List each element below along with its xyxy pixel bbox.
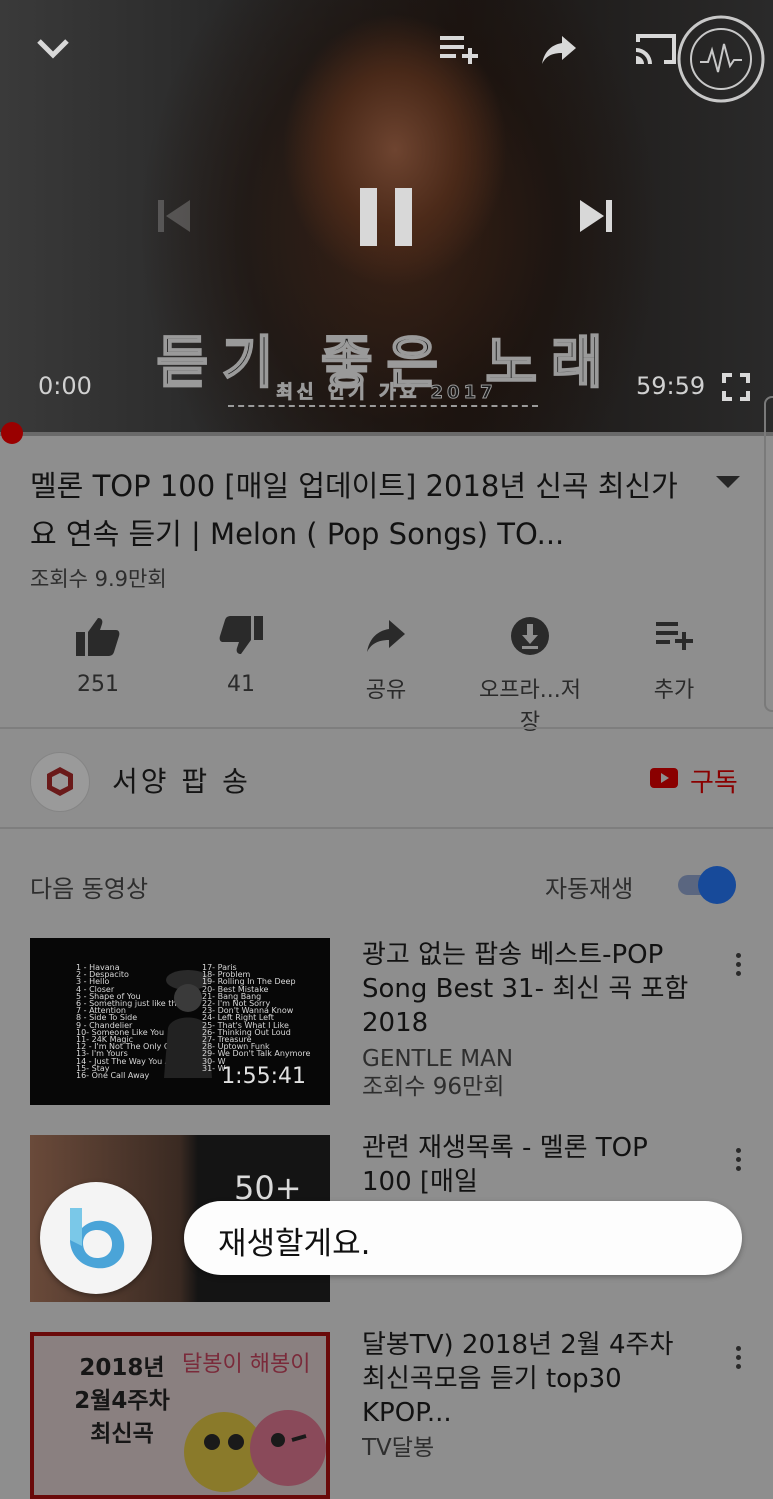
- share-label: 공유: [365, 678, 407, 703]
- view-count: 조회수 9.9만회: [30, 567, 167, 591]
- edge-panel-handle[interactable]: [764, 396, 773, 712]
- add-to-playlist-button[interactable]: 추가: [614, 616, 734, 704]
- progress-bar[interactable]: [0, 432, 773, 436]
- total-time: 59:59: [636, 372, 706, 400]
- divider: [0, 827, 773, 829]
- progress-scrubber[interactable]: [1, 422, 23, 444]
- channel-watermark-logo: [677, 15, 765, 103]
- like-button[interactable]: 251: [38, 616, 158, 697]
- thumbnail-tag: 달봉이 해봉이: [182, 1352, 311, 1377]
- next-icon[interactable]: [578, 198, 614, 234]
- share-icon[interactable]: [540, 34, 578, 66]
- video-thumbnail[interactable]: 2018년 2월4주차 최신곡 달봉이 해봉이: [30, 1332, 330, 1499]
- thumbnail-characters: [184, 1410, 326, 1492]
- autoplay-label: 자동재생: [545, 875, 634, 903]
- thumbnail-tracklist: 17- Paris 18- Problem 19- Rolling In The…: [202, 963, 311, 1073]
- save-offline-button[interactable]: 오프라...저장: [470, 616, 590, 736]
- expand-description-icon[interactable]: [716, 476, 740, 488]
- channel-name[interactable]: 서양 팝 송: [112, 760, 251, 800]
- dislike-button[interactable]: 41: [181, 616, 301, 697]
- overlay-divider: [228, 405, 538, 407]
- thumbnail-caption: 2018년 2월4주차 최신곡: [74, 1355, 170, 1447]
- channel-avatar[interactable]: [30, 752, 90, 812]
- video-views: 조회수 96만회: [362, 1074, 505, 1100]
- thumbs-down-icon: [219, 616, 263, 654]
- video-thumbnail[interactable]: 1 - Havana 2 - Despacito 3 - Hello 4 - C…: [30, 938, 330, 1105]
- current-time: 0:00: [38, 372, 92, 400]
- cast-icon[interactable]: [634, 30, 678, 66]
- share-button[interactable]: 공유: [326, 616, 446, 704]
- add-label: 추가: [653, 678, 695, 703]
- video-title[interactable]: 달봉TV) 2018년 2월 4주차 최신곡모음 듣기 top30 KPOP..…: [362, 1328, 702, 1430]
- channel-logo-icon: [47, 767, 73, 796]
- chevron-down-icon[interactable]: [36, 36, 70, 62]
- more-options-icon[interactable]: [736, 953, 742, 980]
- video-player[interactable]: 듣기 좋은 노래 최신 인기 가요 2017 0:00 59:59: [0, 0, 773, 432]
- download-icon: [511, 617, 549, 655]
- dislike-count: 41: [227, 672, 255, 697]
- up-next-label: 다음 동영상: [30, 875, 149, 903]
- video-title[interactable]: 관련 재생목록 - 멜론 TOP 100 [매일: [362, 1131, 702, 1199]
- bixby-message: 재생할게요.: [218, 1226, 371, 1262]
- divider: [0, 727, 773, 729]
- thumbs-up-icon: [76, 618, 120, 656]
- bixby-logo-icon: [70, 1208, 125, 1269]
- youtube-play-icon[interactable]: [650, 768, 678, 788]
- fullscreen-icon[interactable]: [722, 373, 750, 401]
- subscribe-button[interactable]: 구독: [690, 762, 738, 799]
- previous-icon[interactable]: [156, 198, 192, 234]
- video-duration: 1:55:41: [221, 1064, 306, 1089]
- like-count: 251: [77, 672, 119, 697]
- video-channel: TV달봉: [362, 1435, 435, 1461]
- more-options-icon[interactable]: [736, 1346, 742, 1373]
- pause-icon[interactable]: [358, 186, 414, 248]
- video-channel: GENTLE MAN: [362, 1046, 514, 1072]
- more-options-icon[interactable]: [736, 1148, 742, 1175]
- video-title[interactable]: 멜론 TOP 100 [매일 업데이트] 2018년 신곡 최신가요 연속 듣기…: [30, 462, 680, 558]
- video-title[interactable]: 광고 없는 팝송 베스트-POP Song Best 31- 최신 곡 포함 2…: [362, 938, 702, 1040]
- share-icon: [367, 620, 405, 652]
- add-to-queue-icon[interactable]: [440, 34, 480, 66]
- add-to-playlist-icon: [656, 622, 693, 650]
- autoplay-toggle-knob[interactable]: [698, 866, 736, 904]
- bixby-button[interactable]: [40, 1182, 152, 1294]
